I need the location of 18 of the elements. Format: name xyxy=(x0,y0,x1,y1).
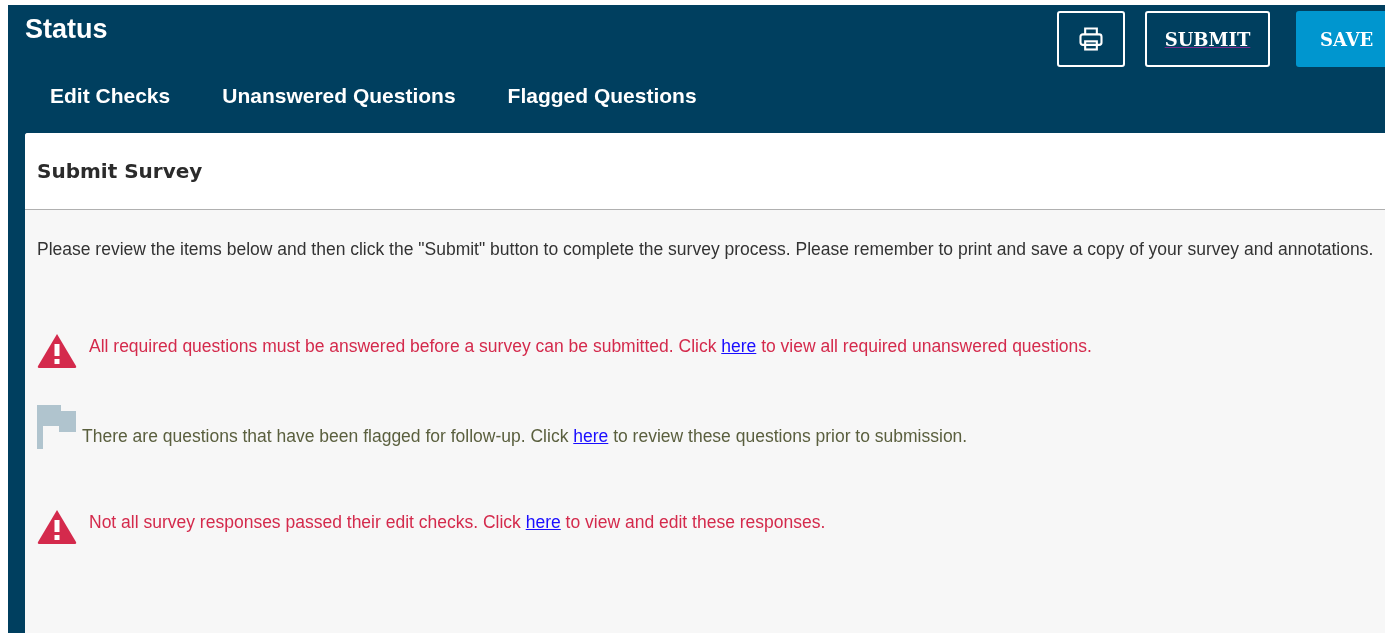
error-message: All required questions must be answered before a survey can be submitted. Click here to view all required unanswered questions. xyxy=(89,335,1092,358)
here-link[interactable]: here xyxy=(573,426,609,446)
print-button[interactable] xyxy=(1057,11,1125,67)
flag-message: There are questions that have been flagged for follow-up. Click here to review these questions prior to submission. xyxy=(82,425,968,448)
instructions-text: Please review the items below and then click the "Submit" button to complete the survey process. Please remember to print and save a copy of your survey and annotations. xyxy=(37,238,1375,261)
tab[interactable]: Flagged Questions xyxy=(507,84,697,108)
flag-icon xyxy=(37,405,76,449)
warning-icon xyxy=(37,509,77,545)
error-message: Not all survey responses passed their edit checks. Click here to view and edit these responses. xyxy=(89,511,826,534)
here-link[interactable]: here xyxy=(525,512,561,532)
warning-icon xyxy=(37,333,77,369)
tab[interactable]: Unanswered Questions xyxy=(222,84,456,108)
card-title: Submit Survey xyxy=(25,133,1385,210)
tab[interactable]: Edit Checks xyxy=(50,84,171,108)
page-title: Status xyxy=(25,14,109,44)
print-icon xyxy=(1077,25,1105,53)
submit-button[interactable]: SUBMIT xyxy=(1145,11,1270,67)
here-link[interactable]: here xyxy=(721,336,757,356)
